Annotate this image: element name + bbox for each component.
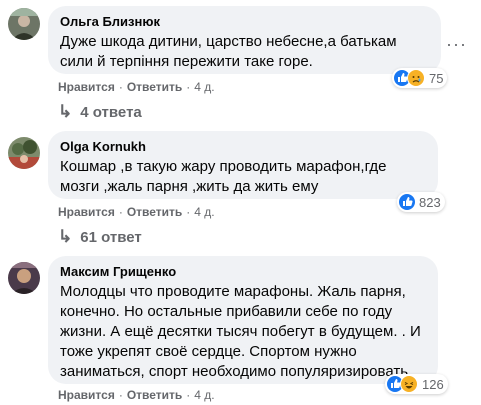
avatar[interactable] [8, 8, 40, 40]
reaction-count: 126 [422, 376, 444, 392]
like-button[interactable]: Нравится [58, 388, 115, 402]
comment-bubble: Максим Грищенко Молодцы что проводите ма… [48, 256, 438, 384]
replies-count: 4 ответа [80, 103, 142, 121]
reply-arrow-icon: ↳ [58, 102, 73, 121]
reply-button[interactable]: Ответить [127, 80, 182, 94]
reply-arrow-icon: ↳ [58, 227, 73, 246]
like-icon [399, 194, 415, 210]
comment-actions: Нравится · Ответить · 4 д. [58, 80, 215, 94]
reply-button[interactable]: Ответить [127, 388, 182, 402]
reaction-count: 75 [429, 70, 444, 86]
comment-text: Молодцы что проводите марафоны. Жаль пар… [60, 283, 421, 380]
comment-bubble: Olga Kornukh Кошмар ,в такую жару провод… [48, 131, 438, 199]
haha-icon [400, 375, 418, 393]
comment-actions: Нравится · Ответить · 4 д. [58, 388, 215, 402]
comment-bubble: Ольга Близнюк Дуже шкода дитини, царство… [48, 6, 441, 74]
like-button[interactable]: Нравится [58, 205, 115, 219]
comment-author[interactable]: Максим Грищенко [60, 264, 426, 280]
reactions[interactable]: 823 [397, 192, 445, 212]
comment-text: Кошмар ,в такую жару проводить марафон,г… [60, 158, 387, 195]
avatar[interactable] [8, 262, 40, 294]
reaction-count: 823 [419, 194, 441, 210]
like-button[interactable]: Нравится [58, 80, 115, 94]
reactions[interactable]: 126 [385, 374, 448, 394]
timestamp[interactable]: 4 д. [194, 388, 214, 402]
comment-author[interactable]: Ольга Близнюк [60, 14, 429, 30]
comment-text: Дуже шкода дитини, царство небесне,а бат… [60, 33, 397, 70]
more-options-icon[interactable]: ··· [446, 34, 467, 55]
replies-count: 61 ответ [80, 228, 142, 246]
sad-icon [407, 69, 425, 87]
timestamp[interactable]: 4 д. [194, 205, 214, 219]
view-replies-link[interactable]: ↳ 4 ответа [58, 102, 142, 122]
reactions[interactable]: 75 [392, 68, 448, 88]
view-replies-link[interactable]: ↳ 61 ответ [58, 227, 142, 247]
avatar[interactable] [8, 137, 40, 169]
reply-button[interactable]: Ответить [127, 205, 182, 219]
timestamp[interactable]: 4 д. [194, 80, 214, 94]
comment-author[interactable]: Olga Kornukh [60, 139, 426, 155]
comment-actions: Нравится · Ответить · 4 д. [58, 205, 215, 219]
